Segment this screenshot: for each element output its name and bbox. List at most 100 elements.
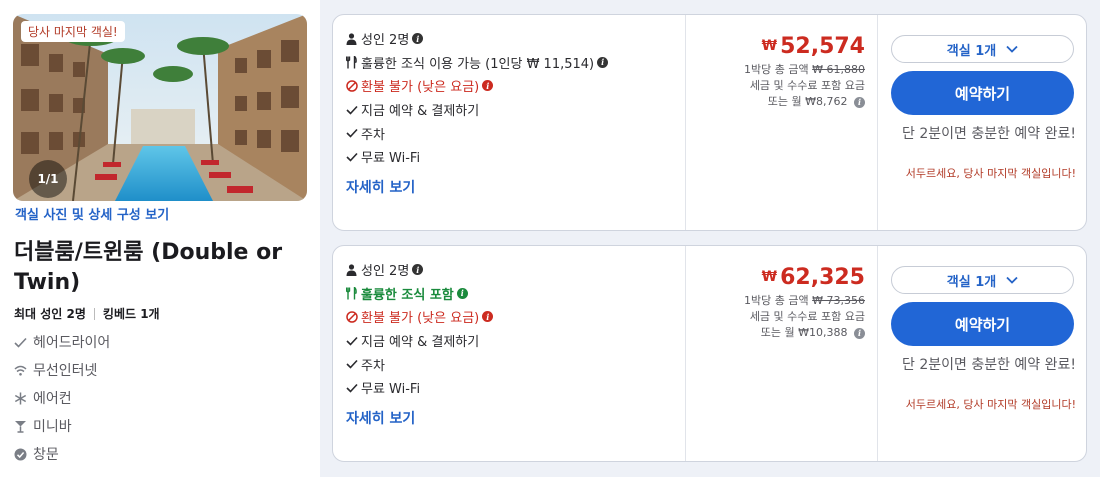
info-icon[interactable]: i bbox=[482, 80, 494, 92]
hurry-note: 서두르세요, 당사 마지막 객실입니다! bbox=[905, 167, 1076, 180]
room-count-select[interactable]: 객실 1개 bbox=[891, 266, 1074, 294]
pay-now-row: 지금 예약 & 결제하기 bbox=[346, 329, 493, 353]
chevron-down-icon bbox=[1006, 276, 1018, 284]
total-price-line: 1박당 총 금액 ₩ 73,356 bbox=[686, 293, 865, 309]
amenity-label: 에어컨 bbox=[33, 391, 72, 407]
wifi-row: 무료 Wi-Fi bbox=[346, 145, 608, 169]
amenity-item: 에어컨 bbox=[14, 384, 110, 412]
amenity-label: 창문 bbox=[33, 447, 59, 463]
no-entry-icon bbox=[346, 311, 361, 323]
total-price-line: 1박당 총 금액 ₩ 61,880 bbox=[686, 62, 865, 78]
room-card: 당사 마지막 객실! 1/1 객실 사진 및 상세 구성 보기 더블룸/트윈룸 … bbox=[0, 0, 320, 477]
room-count-label: 객실 1개 bbox=[946, 43, 997, 59]
parking-row: 주차 bbox=[346, 352, 493, 376]
currency-symbol: ₩ bbox=[761, 269, 778, 285]
refund-row: 환불 불가 (낮은 요금) i bbox=[346, 305, 494, 329]
offer-features: 성인 2명 i 훌륭한 조식 이용 가능 (1인당 ₩ 11,514) i 환불… bbox=[346, 27, 609, 169]
info-icon[interactable]: i bbox=[456, 287, 468, 299]
wifi-text: 무료 Wi-Fi bbox=[361, 382, 421, 398]
wifi-text: 무료 Wi-Fi bbox=[361, 151, 421, 167]
wifi-icon bbox=[14, 365, 33, 376]
check-icon bbox=[346, 128, 361, 138]
room-specs: 최대 성인 2명 킹베드 1개 bbox=[14, 305, 160, 322]
price: ₩52,574 bbox=[686, 31, 865, 62]
snowflake-icon bbox=[14, 392, 33, 405]
parking-text: 주차 bbox=[361, 127, 385, 143]
quick-booking-note: 단 2분이면 충분한 예약 완료! bbox=[902, 357, 1076, 373]
check-icon bbox=[14, 337, 33, 348]
divider bbox=[93, 307, 95, 320]
price-value: 62,325 bbox=[780, 265, 865, 290]
occupancy-text: 성인 2명 bbox=[361, 33, 410, 49]
price-value: 52,574 bbox=[780, 34, 865, 59]
max-guests: 최대 성인 2명 bbox=[14, 307, 86, 321]
pay-now-text: 지금 예약 & 결제하기 bbox=[361, 104, 480, 120]
amenity-item: 창문 bbox=[14, 440, 110, 468]
photo-counter: 1/1 bbox=[29, 160, 67, 198]
monthly-line: 또는 월 ₩10,388 i bbox=[686, 325, 865, 341]
monthly-price: 또는 월 ₩10,388 bbox=[760, 326, 848, 339]
cutlery-icon bbox=[346, 55, 361, 69]
check-circle-icon bbox=[14, 448, 33, 461]
parking-row: 주차 bbox=[346, 121, 608, 145]
tax-note: 세금 및 수수료 포함 요금 bbox=[749, 310, 865, 323]
amenity-label: 미니바 bbox=[33, 419, 72, 435]
rate-offer-card: 성인 2명 i 훌륭한 조식 포함 i 환불 불가 (낮은 요금) i 지금 예… bbox=[332, 245, 1087, 462]
wifi-row: 무료 Wi-Fi bbox=[346, 376, 493, 400]
info-icon[interactable]: i bbox=[482, 311, 494, 323]
parking-text: 주차 bbox=[361, 358, 385, 374]
info-icon[interactable]: i bbox=[412, 33, 424, 45]
total-label: 1박당 총 금액 bbox=[744, 63, 809, 76]
check-icon bbox=[346, 152, 361, 162]
cutlery-icon bbox=[346, 286, 361, 300]
price-box: ₩52,574 1박당 총 금액 ₩ 61,880 세금 및 수수료 포함 요금… bbox=[686, 31, 877, 110]
rate-offer-card: 성인 2명 i 훌륭한 조식 이용 가능 (1인당 ₩ 11,514) i 환불… bbox=[332, 14, 1087, 231]
room-count-select[interactable]: 객실 1개 bbox=[891, 35, 1074, 63]
total-value: ₩ 61,880 bbox=[812, 63, 865, 76]
breakfast-row: 훌륭한 조식 이용 가능 (1인당 ₩ 11,514) i bbox=[346, 51, 609, 75]
occupancy-row: 성인 2명 i bbox=[346, 27, 608, 51]
breakfast-text: 훌륭한 조식 이용 가능 (1인당 ₩ 11,514) bbox=[361, 56, 595, 72]
amenity-item: 헤어드라이어 bbox=[14, 328, 110, 356]
quick-booking-note: 단 2분이면 충분한 예약 완료! bbox=[902, 126, 1076, 142]
offer-features: 성인 2명 i 훌륭한 조식 포함 i 환불 불가 (낮은 요금) i 지금 예… bbox=[346, 258, 494, 400]
price-box: ₩62,325 1박당 총 금액 ₩ 73,356 세금 및 수수료 포함 요금… bbox=[686, 262, 877, 341]
divider bbox=[877, 15, 878, 230]
book-button[interactable]: 예약하기 bbox=[891, 71, 1074, 115]
room-photos-link[interactable]: 객실 사진 및 상세 구성 보기 bbox=[15, 204, 169, 223]
total-label: 1박당 총 금액 bbox=[744, 294, 809, 307]
price: ₩62,325 bbox=[686, 262, 865, 293]
check-icon bbox=[346, 383, 361, 393]
breakfast-text: 훌륭한 조식 포함 bbox=[361, 287, 454, 303]
check-icon bbox=[346, 359, 361, 369]
amenity-list: 헤어드라이어 무선인터넷 에어컨 미니바 창문 bbox=[14, 328, 110, 468]
room-title: 더블룸/트윈룸 (Double or Twin) bbox=[14, 240, 283, 295]
bed-type: 킹베드 1개 bbox=[102, 307, 160, 321]
amenity-item: 미니바 bbox=[14, 412, 110, 440]
currency-symbol: ₩ bbox=[761, 38, 778, 54]
info-icon[interactable]: i bbox=[854, 327, 865, 339]
last-room-badge: 당사 마지막 객실! bbox=[21, 21, 125, 42]
room-offers-section: 당사 마지막 객실! 1/1 객실 사진 및 상세 구성 보기 더블룸/트윈룸 … bbox=[0, 0, 1100, 477]
check-icon bbox=[346, 336, 361, 346]
total-value: ₩ 73,356 bbox=[812, 294, 865, 307]
details-link[interactable]: 자세히 보기 bbox=[346, 177, 415, 197]
no-entry-icon bbox=[346, 80, 361, 92]
book-button[interactable]: 예약하기 bbox=[891, 302, 1074, 346]
room-count-label: 객실 1개 bbox=[946, 274, 997, 290]
monthly-price: 또는 월 ₩8,762 bbox=[767, 95, 848, 108]
info-icon[interactable]: i bbox=[854, 96, 865, 108]
room-photo[interactable]: 당사 마지막 객실! 1/1 bbox=[13, 14, 307, 201]
check-icon bbox=[346, 105, 361, 115]
details-link[interactable]: 자세히 보기 bbox=[346, 408, 415, 428]
info-icon[interactable]: i bbox=[597, 56, 609, 68]
pay-now-row: 지금 예약 & 결제하기 bbox=[346, 98, 608, 122]
breakfast-row: 훌륭한 조식 포함 i bbox=[346, 282, 493, 306]
cocktail-icon bbox=[14, 420, 33, 433]
amenity-label: 헤어드라이어 bbox=[33, 335, 111, 351]
info-icon[interactable]: i bbox=[412, 264, 424, 276]
person-icon bbox=[346, 33, 361, 45]
chevron-down-icon bbox=[1006, 45, 1018, 53]
refund-text: 환불 불가 (낮은 요금) bbox=[361, 311, 480, 327]
occupancy-text: 성인 2명 bbox=[361, 264, 410, 280]
